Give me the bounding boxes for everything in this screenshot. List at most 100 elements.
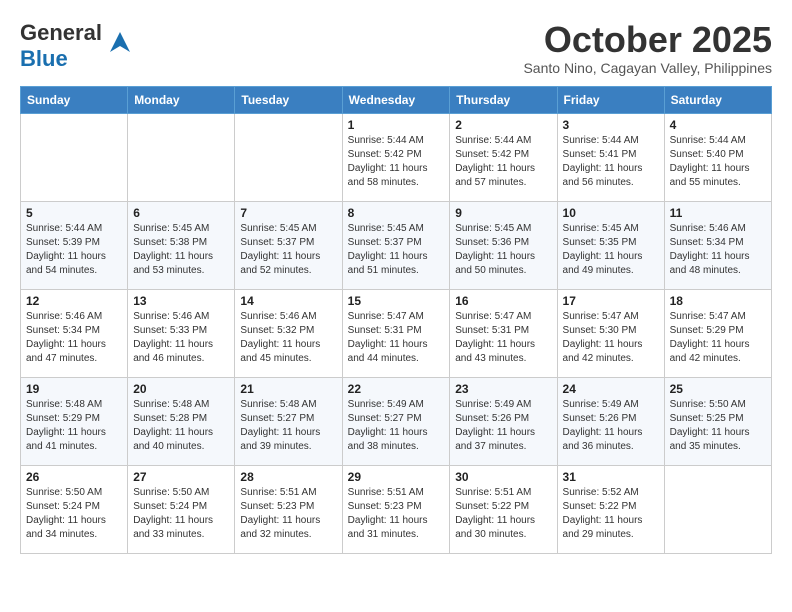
day-info: Sunrise: 5:44 AMSunset: 5:42 PMDaylight:…: [348, 134, 445, 190]
day-info: Sunrise: 5:44 AMSunset: 5:39 PMDaylight:…: [26, 222, 122, 278]
calendar-cell: 29 Sunrise: 5:51 AMSunset: 5:23 PMDaylig…: [342, 465, 450, 553]
page-header: General Blue October 2025 Santo Nino, Ca…: [20, 20, 772, 76]
day-number: 3: [563, 118, 659, 132]
calendar-cell: 7 Sunrise: 5:45 AMSunset: 5:37 PMDayligh…: [235, 201, 342, 289]
col-saturday: Saturday: [664, 86, 771, 113]
calendar-cell: 23 Sunrise: 5:49 AMSunset: 5:26 PMDaylig…: [450, 377, 557, 465]
calendar-cell: [128, 113, 235, 201]
day-info: Sunrise: 5:45 AMSunset: 5:36 PMDaylight:…: [455, 222, 551, 278]
day-info: Sunrise: 5:47 AMSunset: 5:31 PMDaylight:…: [455, 310, 551, 366]
calendar-header-row: Sunday Monday Tuesday Wednesday Thursday…: [21, 86, 772, 113]
calendar-cell: 4 Sunrise: 5:44 AMSunset: 5:40 PMDayligh…: [664, 113, 771, 201]
calendar-cell: 28 Sunrise: 5:51 AMSunset: 5:23 PMDaylig…: [235, 465, 342, 553]
day-number: 8: [348, 206, 445, 220]
calendar-cell: 11 Sunrise: 5:46 AMSunset: 5:34 PMDaylig…: [664, 201, 771, 289]
day-info: Sunrise: 5:46 AMSunset: 5:33 PMDaylight:…: [133, 310, 229, 366]
calendar-cell: 6 Sunrise: 5:45 AMSunset: 5:38 PMDayligh…: [128, 201, 235, 289]
day-info: Sunrise: 5:45 AMSunset: 5:37 PMDaylight:…: [348, 222, 445, 278]
calendar-cell: 25 Sunrise: 5:50 AMSunset: 5:25 PMDaylig…: [664, 377, 771, 465]
day-number: 4: [670, 118, 766, 132]
calendar-week-row: 26 Sunrise: 5:50 AMSunset: 5:24 PMDaylig…: [21, 465, 772, 553]
day-info: Sunrise: 5:45 AMSunset: 5:35 PMDaylight:…: [563, 222, 659, 278]
col-sunday: Sunday: [21, 86, 128, 113]
day-info: Sunrise: 5:48 AMSunset: 5:27 PMDaylight:…: [240, 398, 336, 454]
day-info: Sunrise: 5:48 AMSunset: 5:28 PMDaylight:…: [133, 398, 229, 454]
day-info: Sunrise: 5:44 AMSunset: 5:40 PMDaylight:…: [670, 134, 766, 190]
calendar-cell: 21 Sunrise: 5:48 AMSunset: 5:27 PMDaylig…: [235, 377, 342, 465]
day-number: 9: [455, 206, 551, 220]
calendar-cell: 17 Sunrise: 5:47 AMSunset: 5:30 PMDaylig…: [557, 289, 664, 377]
col-friday: Friday: [557, 86, 664, 113]
day-info: Sunrise: 5:44 AMSunset: 5:42 PMDaylight:…: [455, 134, 551, 190]
day-info: Sunrise: 5:50 AMSunset: 5:25 PMDaylight:…: [670, 398, 766, 454]
day-number: 16: [455, 294, 551, 308]
month-title: October 2025: [523, 20, 772, 60]
day-info: Sunrise: 5:47 AMSunset: 5:31 PMDaylight:…: [348, 310, 445, 366]
logo-arrow-icon: [106, 28, 134, 56]
day-number: 19: [26, 382, 122, 396]
calendar-cell: 19 Sunrise: 5:48 AMSunset: 5:29 PMDaylig…: [21, 377, 128, 465]
calendar-cell: 31 Sunrise: 5:52 AMSunset: 5:22 PMDaylig…: [557, 465, 664, 553]
calendar-week-row: 12 Sunrise: 5:46 AMSunset: 5:34 PMDaylig…: [21, 289, 772, 377]
day-info: Sunrise: 5:52 AMSunset: 5:22 PMDaylight:…: [563, 486, 659, 542]
day-info: Sunrise: 5:46 AMSunset: 5:34 PMDaylight:…: [26, 310, 122, 366]
day-number: 23: [455, 382, 551, 396]
day-number: 11: [670, 206, 766, 220]
col-wednesday: Wednesday: [342, 86, 450, 113]
day-info: Sunrise: 5:45 AMSunset: 5:38 PMDaylight:…: [133, 222, 229, 278]
calendar-cell: 8 Sunrise: 5:45 AMSunset: 5:37 PMDayligh…: [342, 201, 450, 289]
day-number: 2: [455, 118, 551, 132]
day-info: Sunrise: 5:49 AMSunset: 5:27 PMDaylight:…: [348, 398, 445, 454]
calendar-cell: 13 Sunrise: 5:46 AMSunset: 5:33 PMDaylig…: [128, 289, 235, 377]
calendar-week-row: 5 Sunrise: 5:44 AMSunset: 5:39 PMDayligh…: [21, 201, 772, 289]
calendar-week-row: 19 Sunrise: 5:48 AMSunset: 5:29 PMDaylig…: [21, 377, 772, 465]
day-info: Sunrise: 5:46 AMSunset: 5:34 PMDaylight:…: [670, 222, 766, 278]
calendar-cell: 20 Sunrise: 5:48 AMSunset: 5:28 PMDaylig…: [128, 377, 235, 465]
day-number: 28: [240, 470, 336, 484]
location-subtitle: Santo Nino, Cagayan Valley, Philippines: [523, 60, 772, 76]
calendar-table: Sunday Monday Tuesday Wednesday Thursday…: [20, 86, 772, 554]
calendar-cell: [664, 465, 771, 553]
day-number: 1: [348, 118, 445, 132]
day-number: 12: [26, 294, 122, 308]
day-info: Sunrise: 5:51 AMSunset: 5:23 PMDaylight:…: [348, 486, 445, 542]
calendar-cell: 10 Sunrise: 5:45 AMSunset: 5:35 PMDaylig…: [557, 201, 664, 289]
logo: General Blue: [20, 20, 134, 72]
day-info: Sunrise: 5:46 AMSunset: 5:32 PMDaylight:…: [240, 310, 336, 366]
day-info: Sunrise: 5:49 AMSunset: 5:26 PMDaylight:…: [455, 398, 551, 454]
day-number: 5: [26, 206, 122, 220]
calendar-cell: [21, 113, 128, 201]
calendar-cell: 27 Sunrise: 5:50 AMSunset: 5:24 PMDaylig…: [128, 465, 235, 553]
day-info: Sunrise: 5:50 AMSunset: 5:24 PMDaylight:…: [26, 486, 122, 542]
day-number: 31: [563, 470, 659, 484]
day-number: 25: [670, 382, 766, 396]
calendar-cell: [235, 113, 342, 201]
calendar-cell: 16 Sunrise: 5:47 AMSunset: 5:31 PMDaylig…: [450, 289, 557, 377]
logo-text: General Blue: [20, 20, 102, 72]
calendar-week-row: 1 Sunrise: 5:44 AMSunset: 5:42 PMDayligh…: [21, 113, 772, 201]
day-number: 30: [455, 470, 551, 484]
calendar-cell: 2 Sunrise: 5:44 AMSunset: 5:42 PMDayligh…: [450, 113, 557, 201]
day-number: 27: [133, 470, 229, 484]
calendar-cell: 5 Sunrise: 5:44 AMSunset: 5:39 PMDayligh…: [21, 201, 128, 289]
calendar-cell: 12 Sunrise: 5:46 AMSunset: 5:34 PMDaylig…: [21, 289, 128, 377]
col-monday: Monday: [128, 86, 235, 113]
calendar-cell: 14 Sunrise: 5:46 AMSunset: 5:32 PMDaylig…: [235, 289, 342, 377]
day-number: 7: [240, 206, 336, 220]
calendar-cell: 24 Sunrise: 5:49 AMSunset: 5:26 PMDaylig…: [557, 377, 664, 465]
day-number: 15: [348, 294, 445, 308]
day-number: 17: [563, 294, 659, 308]
logo-blue: Blue: [20, 46, 68, 71]
calendar-cell: 15 Sunrise: 5:47 AMSunset: 5:31 PMDaylig…: [342, 289, 450, 377]
col-tuesday: Tuesday: [235, 86, 342, 113]
day-info: Sunrise: 5:45 AMSunset: 5:37 PMDaylight:…: [240, 222, 336, 278]
day-number: 6: [133, 206, 229, 220]
day-number: 14: [240, 294, 336, 308]
day-number: 21: [240, 382, 336, 396]
calendar-cell: 9 Sunrise: 5:45 AMSunset: 5:36 PMDayligh…: [450, 201, 557, 289]
day-info: Sunrise: 5:51 AMSunset: 5:23 PMDaylight:…: [240, 486, 336, 542]
day-info: Sunrise: 5:48 AMSunset: 5:29 PMDaylight:…: [26, 398, 122, 454]
calendar-cell: 3 Sunrise: 5:44 AMSunset: 5:41 PMDayligh…: [557, 113, 664, 201]
day-info: Sunrise: 5:49 AMSunset: 5:26 PMDaylight:…: [563, 398, 659, 454]
day-info: Sunrise: 5:47 AMSunset: 5:30 PMDaylight:…: [563, 310, 659, 366]
